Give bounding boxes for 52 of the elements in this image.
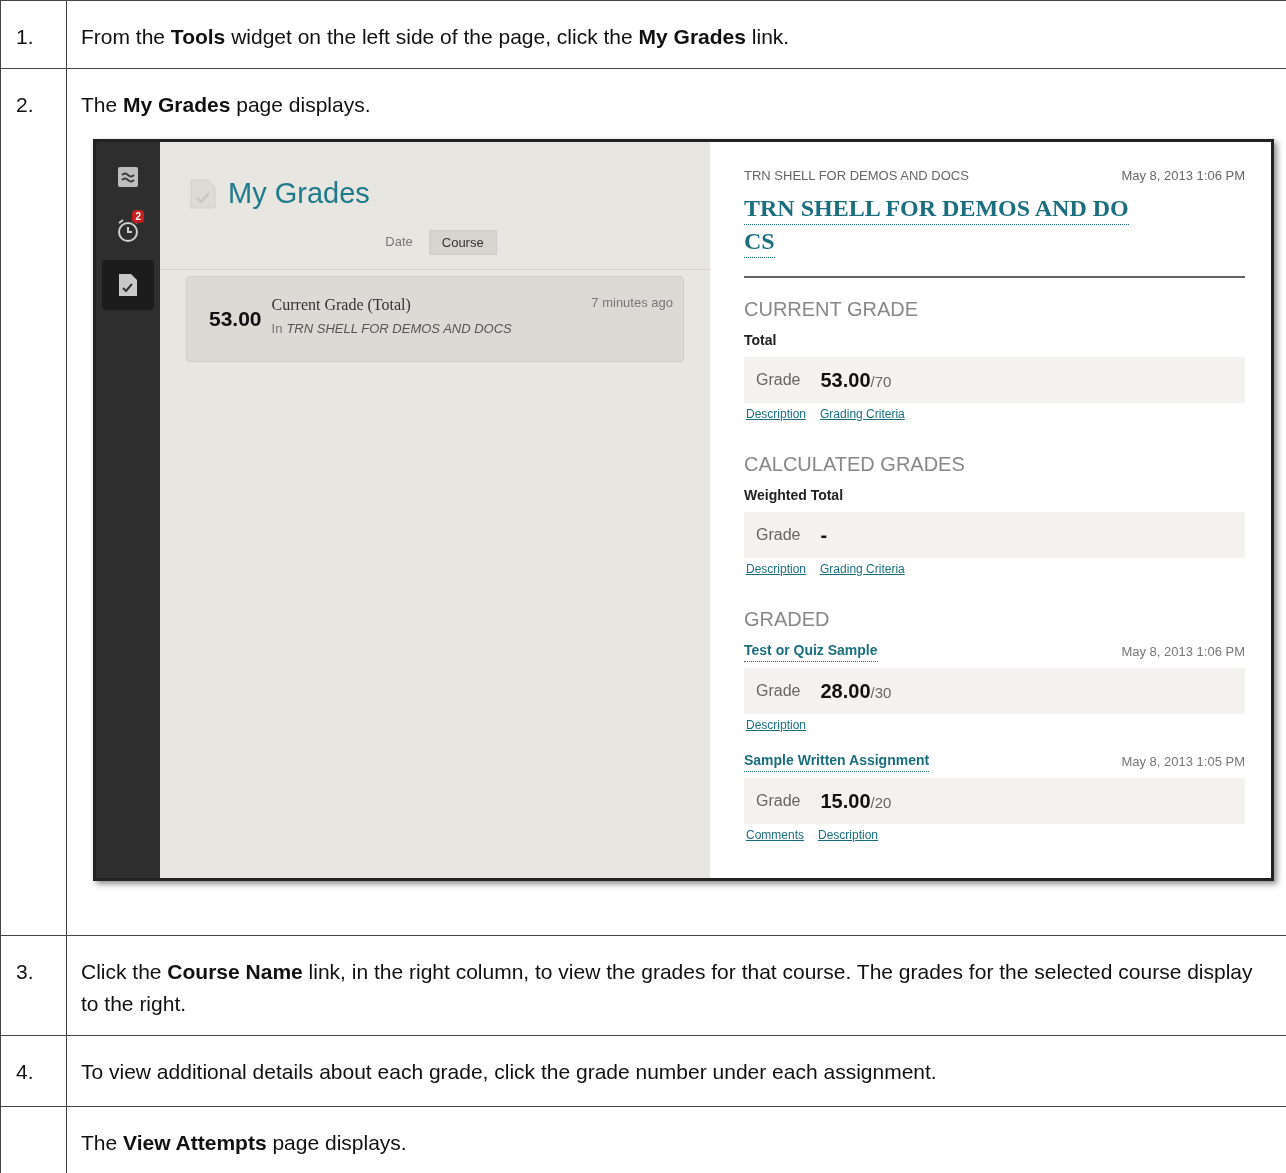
course-label: TRN SHELL FOR DEMOS AND DOCS: [744, 167, 969, 185]
grade-label: Grade: [756, 369, 801, 390]
course-prefix: In: [271, 320, 283, 338]
alarm-clock-icon: [115, 218, 141, 244]
detail-link[interactable]: Grading Criteria: [820, 404, 905, 423]
waves-icon: [118, 167, 138, 187]
section-heading: CURRENT GRADE: [744, 296, 920, 322]
sort-tab[interactable]: Course: [428, 229, 497, 255]
notification-badge: 2: [132, 210, 144, 223]
step-number-cell: 1.: [0, 1, 67, 68]
document-check-icon: [118, 273, 138, 297]
grade-label: Grade: [756, 680, 801, 701]
course-name: TRN SHELL FOR DEMOS AND DOCS: [286, 320, 512, 338]
step-number-cell: 3.: [0, 936, 67, 1035]
step-text: The My Grades page displays.: [81, 92, 372, 118]
detail-link[interactable]: Description: [746, 715, 807, 734]
grade-time: 7 minutes ago: [591, 294, 673, 312]
assignment-link[interactable]: Sample Written Assignment: [744, 749, 930, 772]
detail-link[interactable]: Description: [746, 404, 807, 423]
grade-label: Grade: [756, 524, 801, 545]
step-number-cell: 4.: [0, 1036, 67, 1106]
detail-link[interactable]: Grading Criteria: [820, 559, 905, 578]
step-text: Click the Course Name link, in the right column, to view the grades for that course. The grades for the selected course display to the right.: [81, 959, 1254, 1017]
grade-score[interactable]: 53.00/70: [820, 364, 892, 395]
step-text: The View Attempts page displays.: [81, 1130, 408, 1156]
course-title-link[interactable]: TRN SHELL FOR DEMOS AND DO: [744, 191, 1129, 225]
grade-item-name: Total: [744, 330, 777, 350]
sort-tab[interactable]: Date: [373, 229, 425, 255]
detail-link[interactable]: Description: [746, 559, 807, 578]
page-title: My Grades: [228, 176, 370, 211]
date-text: May 8, 2013 1:06 PM: [1121, 167, 1245, 185]
step-text: To view additional details about each grade, click the grade number under each assignment.: [81, 1059, 938, 1085]
course-title-link[interactable]: CS: [744, 224, 775, 258]
step-number-cell: 2.: [0, 69, 67, 935]
date-text: May 8, 2013 1:05 PM: [1121, 753, 1245, 771]
grade-score[interactable]: -: [820, 519, 828, 550]
assignment-link[interactable]: Test or Quiz Sample: [744, 639, 878, 662]
sidebar-item[interactable]: [102, 260, 154, 310]
grade-score[interactable]: 15.00/20: [820, 785, 892, 816]
grade-score[interactable]: 28.00/30: [820, 675, 892, 706]
grade-item-name: Weighted Total: [744, 485, 844, 505]
detail-link[interactable]: Comments: [746, 825, 804, 844]
grade-value: 53.00: [209, 306, 262, 332]
section-heading: CALCULATED GRADES: [744, 451, 966, 477]
grade-card-title: Current Grade (Total): [271, 295, 412, 316]
section-heading: GRADED: [744, 606, 831, 632]
detail-link[interactable]: Description: [818, 825, 879, 844]
grade-label: Grade: [756, 790, 801, 811]
document-check-icon: [190, 178, 216, 209]
sidebar-item[interactable]: 2: [102, 206, 154, 256]
date-text: May 8, 2013 1:06 PM: [1121, 643, 1245, 661]
step-text: From the Tools widget on the left side of the page, click the My Grades link.: [81, 24, 791, 50]
